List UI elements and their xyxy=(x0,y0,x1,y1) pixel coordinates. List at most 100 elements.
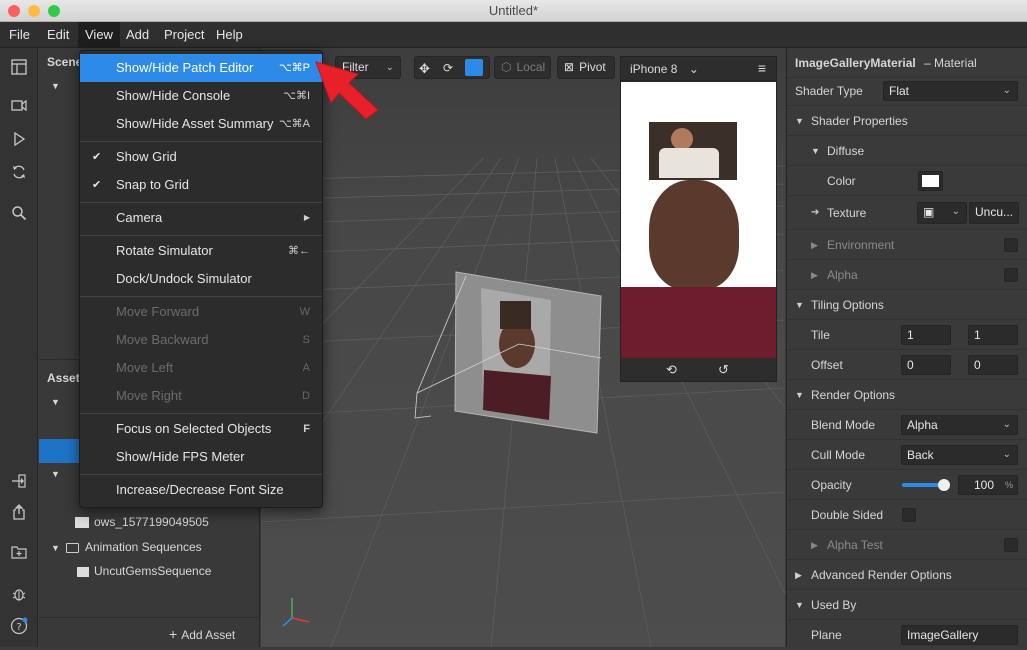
local-button[interactable]: ⬡ Local xyxy=(494,56,551,79)
expand-arrow-icon[interactable]: ▼ xyxy=(51,397,60,407)
color-swatch[interactable] xyxy=(918,171,943,191)
minimize-window-button[interactable] xyxy=(28,5,40,17)
texture-value[interactable]: Uncu... xyxy=(969,202,1019,224)
expand-arrow-icon[interactable]: ▼ xyxy=(51,81,60,91)
import-icon[interactable] xyxy=(9,473,29,493)
tile-y-input[interactable]: 1 xyxy=(968,325,1018,345)
menu-item-camera[interactable]: Camera ▶ xyxy=(80,204,322,232)
blend-mode-select[interactable]: Alpha ⌄ xyxy=(901,415,1018,435)
shader-type-select[interactable]: Flat ⌄ xyxy=(883,81,1018,101)
rotate-simulator-icon[interactable]: ⟲ xyxy=(666,362,677,378)
opacity-label: Opacity xyxy=(811,478,852,492)
expand-arrow-icon: ▼ xyxy=(795,600,804,610)
refresh-icon[interactable] xyxy=(9,164,29,184)
expand-arrow-icon: ▼ xyxy=(51,543,60,553)
bug-icon[interactable] xyxy=(9,586,29,606)
plane-value[interactable]: ImageGallery xyxy=(901,625,1018,645)
opacity-slider[interactable] xyxy=(902,479,950,491)
menu-item-focus-selected[interactable]: Focus on Selected Objects F xyxy=(80,415,322,443)
menu-help[interactable]: Help xyxy=(209,22,250,48)
offset-y-input[interactable]: 0 xyxy=(968,355,1018,375)
device-select[interactable]: iPhone 8 ⌄ xyxy=(630,62,699,76)
expand-arrow-icon[interactable]: ▼ xyxy=(51,469,60,479)
menu-file[interactable]: File xyxy=(2,22,37,48)
tile-row: Tile 1 1 xyxy=(787,320,1027,350)
viewport[interactable]: Filter ⌄ ✥ ⟳ ⬡ Local ⊠ Pivot iPhone 8 ⌄ ≡ ⟲… xyxy=(261,48,785,647)
alpha-checkbox[interactable] xyxy=(1004,268,1018,282)
share-icon[interactable] xyxy=(9,504,29,524)
texture-thumbnail-select[interactable]: ▣ ⌄ xyxy=(917,202,967,224)
play-icon[interactable] xyxy=(9,131,29,152)
shader-properties-label: Shader Properties xyxy=(811,114,908,128)
hamburger-menu-icon[interactable]: ≡ xyxy=(758,60,766,76)
rotate-icon[interactable]: ⟳ xyxy=(443,58,453,79)
chevron-down-icon: ⌄ xyxy=(385,62,394,73)
search-icon[interactable] xyxy=(9,205,29,225)
animation-folder-item[interactable]: ▼ Animation Sequences xyxy=(51,540,202,554)
menu-item-asset-summary[interactable]: Show/Hide Asset Summary ⌥⌘A xyxy=(80,110,322,138)
sequence-item[interactable]: UncutGemsSequence xyxy=(77,564,211,578)
pivot-button[interactable]: ⊠ Pivot xyxy=(557,56,615,79)
texture-label: Texture xyxy=(827,206,867,220)
diffuse-section[interactable]: ▼ Diffuse xyxy=(787,136,1027,166)
camera-icon[interactable] xyxy=(9,98,29,118)
menu-item-show-grid[interactable]: ✔ Show Grid xyxy=(80,143,322,171)
menu-item-shortcut: ⌥⌘I xyxy=(283,90,310,102)
menu-item-dock-simulator[interactable]: Dock/Undock Simulator xyxy=(80,265,322,293)
menu-item-console[interactable]: Show/Hide Console ⌥⌘I xyxy=(80,82,322,110)
scale-icon[interactable] xyxy=(465,59,483,76)
opacity-slider-thumb[interactable] xyxy=(938,479,950,491)
zoom-window-button[interactable] xyxy=(48,5,60,17)
menu-add[interactable]: Add xyxy=(119,22,156,48)
tiling-options-section[interactable]: ▼ Tiling Options xyxy=(787,290,1027,320)
menu-item-rotate-simulator[interactable]: Rotate Simulator ⌘← xyxy=(80,237,322,265)
alpha-test-section[interactable]: ▶ Alpha Test xyxy=(787,530,1027,560)
texture-link-icon[interactable]: ➔ xyxy=(811,196,819,230)
environment-section[interactable]: ▶ Environment xyxy=(787,230,1027,260)
menu-item-move-left: Move Left A xyxy=(80,354,322,382)
sequence-label: UncutGemsSequence xyxy=(94,564,212,578)
simulator-header: iPhone 8 ⌄ ≡ xyxy=(621,57,776,81)
shader-properties-section[interactable]: ▼ Shader Properties xyxy=(787,106,1027,136)
menu-item-label: Increase/Decrease Font Size xyxy=(116,482,284,497)
menu-item-label: Show/Hide Console xyxy=(116,88,231,103)
video-asset-item[interactable]: ows_1577199049505 xyxy=(75,515,209,529)
tile-label: Tile xyxy=(811,328,830,342)
advanced-render-section[interactable]: ▶ Advanced Render Options xyxy=(787,560,1027,590)
chevron-down-icon: ⌄ xyxy=(1002,449,1011,460)
cull-mode-select[interactable]: Back ⌄ xyxy=(901,445,1018,465)
rotate-device-icon[interactable]: ↺ xyxy=(718,362,729,378)
menu-item-move-backward: Move Backward S xyxy=(80,326,322,354)
alpha-test-label: Alpha Test xyxy=(827,538,883,552)
gallery-image xyxy=(649,122,737,180)
menu-separator xyxy=(80,235,322,236)
close-window-button[interactable] xyxy=(8,5,20,17)
alpha-section[interactable]: ▶ Alpha xyxy=(787,260,1027,290)
menu-item-font-size[interactable]: Increase/Decrease Font Size xyxy=(80,476,322,504)
render-options-section[interactable]: ▼ Render Options xyxy=(787,380,1027,410)
opacity-input[interactable]: 100% xyxy=(958,475,1018,495)
menu-item-patch-editor[interactable]: Show/Hide Patch Editor ⌥⌘P xyxy=(80,54,322,82)
cube-icon: ⬡ xyxy=(501,60,512,74)
expand-arrow-icon: ▼ xyxy=(811,146,820,156)
tile-x-input[interactable]: 1 xyxy=(901,325,951,345)
move-icon[interactable]: ✥ xyxy=(419,58,430,79)
add-folder-icon[interactable] xyxy=(9,545,29,565)
menu-item-fps-meter[interactable]: Show/Hide FPS Meter xyxy=(80,443,322,471)
help-icon[interactable]: ? xyxy=(9,617,29,637)
double-sided-checkbox[interactable] xyxy=(902,508,916,522)
alpha-test-checkbox[interactable] xyxy=(1004,538,1018,552)
expand-arrow-icon: ▼ xyxy=(795,116,804,126)
layout-icon[interactable] xyxy=(9,59,29,79)
menu-item-snap-to-grid[interactable]: ✔ Snap to Grid xyxy=(80,171,322,199)
chevron-down-icon: ⌄ xyxy=(688,62,699,76)
pivot-icon: ⊠ xyxy=(564,60,575,74)
used-by-section[interactable]: ▼ Used By xyxy=(787,590,1027,620)
menu-project[interactable]: Project xyxy=(157,22,211,48)
environment-checkbox[interactable] xyxy=(1004,238,1018,252)
menu-view[interactable]: View xyxy=(78,22,120,48)
menu-edit[interactable]: Edit xyxy=(40,22,76,48)
device-simulator[interactable]: iPhone 8 ⌄ ≡ ⟲ ↺ xyxy=(620,56,777,382)
offset-x-input[interactable]: 0 xyxy=(901,355,951,375)
add-asset-button[interactable]: + Add Asset xyxy=(169,626,235,642)
